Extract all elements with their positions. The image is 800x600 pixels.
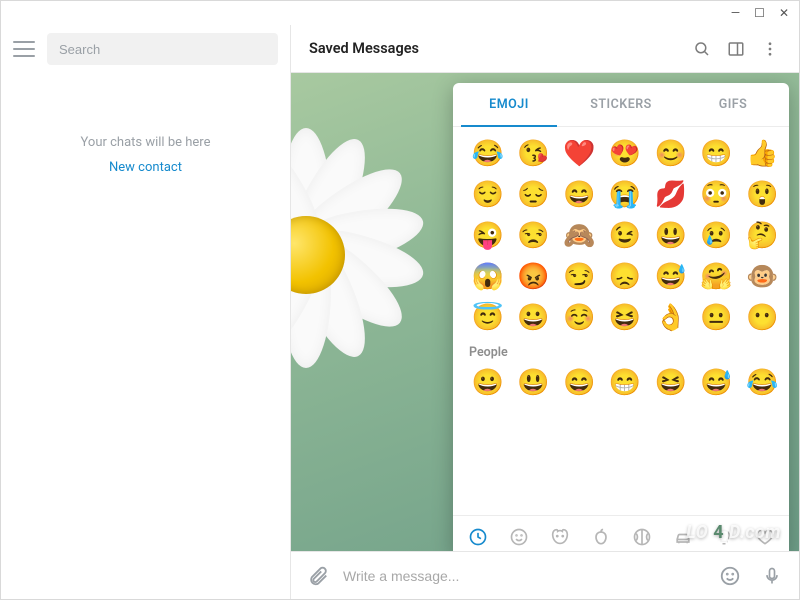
emoji-cell[interactable]: 😲 xyxy=(741,178,783,212)
emoji-cell[interactable]: 😒 xyxy=(513,219,555,253)
chat-background: EMOJI STICKERS GIFS 😂😘❤️😍😊😁👍😌😔😄😭💋😳😲😜😒🙈😉😃… xyxy=(291,73,799,551)
emoji-cell[interactable]: 🙈 xyxy=(558,219,600,253)
emoji-cell[interactable]: ☺️ xyxy=(558,301,600,335)
emoji-cell[interactable]: 😁 xyxy=(696,137,738,171)
sidebar-top xyxy=(1,25,290,73)
category-objects-icon[interactable] xyxy=(709,522,739,552)
search-in-chat-button[interactable] xyxy=(685,32,719,66)
message-input[interactable] xyxy=(343,568,705,584)
sidebar: Your chats will be here New contact xyxy=(1,25,291,599)
emoji-cell[interactable]: 😘 xyxy=(513,137,555,171)
app-window: — ☐ ✕ Your chats will be here New contac… xyxy=(0,0,800,600)
attach-button[interactable] xyxy=(301,559,335,593)
category-animals-icon[interactable] xyxy=(545,522,575,552)
close-button[interactable]: ✕ xyxy=(779,7,789,19)
emoji-button[interactable] xyxy=(713,559,747,593)
emoji-cell[interactable]: 😄 xyxy=(558,366,600,400)
emoji-cell[interactable]: 🤗 xyxy=(696,260,738,294)
emoji-cell[interactable]: 😍 xyxy=(604,137,646,171)
emoji-cell[interactable]: 😢 xyxy=(696,219,738,253)
emoji-cell[interactable]: 🐵 xyxy=(741,260,783,294)
emoji-cell[interactable]: 😃 xyxy=(513,366,555,400)
emoji-cell[interactable]: 😃 xyxy=(650,219,692,253)
search-input[interactable] xyxy=(59,42,266,57)
emoji-cell[interactable]: 😌 xyxy=(467,178,509,212)
emoji-cell[interactable]: 😭 xyxy=(604,178,646,212)
emoji-cell[interactable]: 😱 xyxy=(467,260,509,294)
emoji-cell[interactable]: ❤️ xyxy=(558,137,600,171)
emoji-section-people: People xyxy=(467,335,783,366)
emoji-people-grid: 😀😃😄😁😆😅😂 xyxy=(467,366,783,400)
emoji-cell[interactable]: 😂 xyxy=(741,366,783,400)
emoji-cell[interactable]: 😉 xyxy=(604,219,646,253)
emoji-cell[interactable]: 😡 xyxy=(513,260,555,294)
category-recent-icon[interactable] xyxy=(463,522,493,552)
category-symbols-icon[interactable] xyxy=(750,522,780,552)
emoji-cell[interactable]: 😐 xyxy=(696,301,738,335)
emoji-cell[interactable]: 😅 xyxy=(650,260,692,294)
chat-title: Saved Messages xyxy=(309,40,685,57)
emoji-tabs: EMOJI STICKERS GIFS xyxy=(453,83,789,127)
emoji-cell[interactable]: 😁 xyxy=(604,366,646,400)
emoji-cell[interactable]: 😏 xyxy=(558,260,600,294)
emoji-cell[interactable]: 😄 xyxy=(558,178,600,212)
chat-header: Saved Messages xyxy=(291,25,799,73)
emoji-cell[interactable]: 👌 xyxy=(650,301,692,335)
emoji-cell[interactable]: 😶 xyxy=(741,301,783,335)
titlebar: — ☐ ✕ xyxy=(1,1,799,25)
more-menu-button[interactable] xyxy=(753,32,787,66)
category-activity-icon[interactable] xyxy=(627,522,657,552)
tab-gifs[interactable]: GIFS xyxy=(677,83,789,126)
new-contact-link[interactable]: New contact xyxy=(109,160,182,175)
background-flower xyxy=(291,118,441,388)
minimize-button[interactable]: — xyxy=(731,7,740,19)
menu-button[interactable] xyxy=(13,41,35,57)
emoji-cell[interactable]: 😳 xyxy=(696,178,738,212)
voice-button[interactable] xyxy=(755,559,789,593)
emoji-cell[interactable]: 😜 xyxy=(467,219,509,253)
emoji-picker: EMOJI STICKERS GIFS 😂😘❤️😍😊😁👍😌😔😄😭💋😳😲😜😒🙈😉😃… xyxy=(453,83,789,551)
side-panel-button[interactable] xyxy=(719,32,753,66)
category-smileys-icon[interactable] xyxy=(504,522,534,552)
emoji-cell[interactable]: 😀 xyxy=(513,301,555,335)
search-box[interactable] xyxy=(47,33,278,65)
emoji-cell[interactable]: 😊 xyxy=(650,137,692,171)
emoji-category-bar xyxy=(453,515,789,551)
emoji-cell[interactable]: 😂 xyxy=(467,137,509,171)
emoji-cell[interactable]: 😅 xyxy=(696,366,738,400)
category-travel-icon[interactable] xyxy=(668,522,698,552)
main-area: Saved Messages EMOJI STICKERS xyxy=(291,25,799,599)
emoji-cell[interactable]: 😆 xyxy=(650,366,692,400)
emoji-cell[interactable]: 😀 xyxy=(467,366,509,400)
emoji-cell[interactable]: 😇 xyxy=(467,301,509,335)
tab-emoji[interactable]: EMOJI xyxy=(453,83,565,126)
emoji-cell[interactable]: 😔 xyxy=(513,178,555,212)
app-body: Your chats will be here New contact Save… xyxy=(1,25,799,599)
emoji-recent-grid: 😂😘❤️😍😊😁👍 😌😔😄😭💋😳😲 😜😒🙈😉😃😢🤔 😱😡😏😞😅🤗🐵 😇😀☺️😆👌😐😶 xyxy=(467,137,783,335)
category-food-icon[interactable] xyxy=(586,522,616,552)
empty-chats-text: Your chats will be here xyxy=(81,135,211,150)
emoji-cell[interactable]: 👍 xyxy=(741,137,783,171)
emoji-cell[interactable]: 💋 xyxy=(650,178,692,212)
emoji-cell[interactable]: 😞 xyxy=(604,260,646,294)
emoji-scroll-area[interactable]: 😂😘❤️😍😊😁👍😌😔😄😭💋😳😲😜😒🙈😉😃😢🤔😱😡😏😞😅🤗🐵😇😀☺️😆👌😐😶 Pe… xyxy=(453,127,789,515)
emoji-cell[interactable]: 🤔 xyxy=(741,219,783,253)
tab-stickers[interactable]: STICKERS xyxy=(565,83,677,126)
sidebar-empty-state: Your chats will be here New contact xyxy=(1,73,290,599)
emoji-cell[interactable]: 😆 xyxy=(604,301,646,335)
maximize-button[interactable]: ☐ xyxy=(754,7,765,19)
message-composer xyxy=(291,551,799,599)
